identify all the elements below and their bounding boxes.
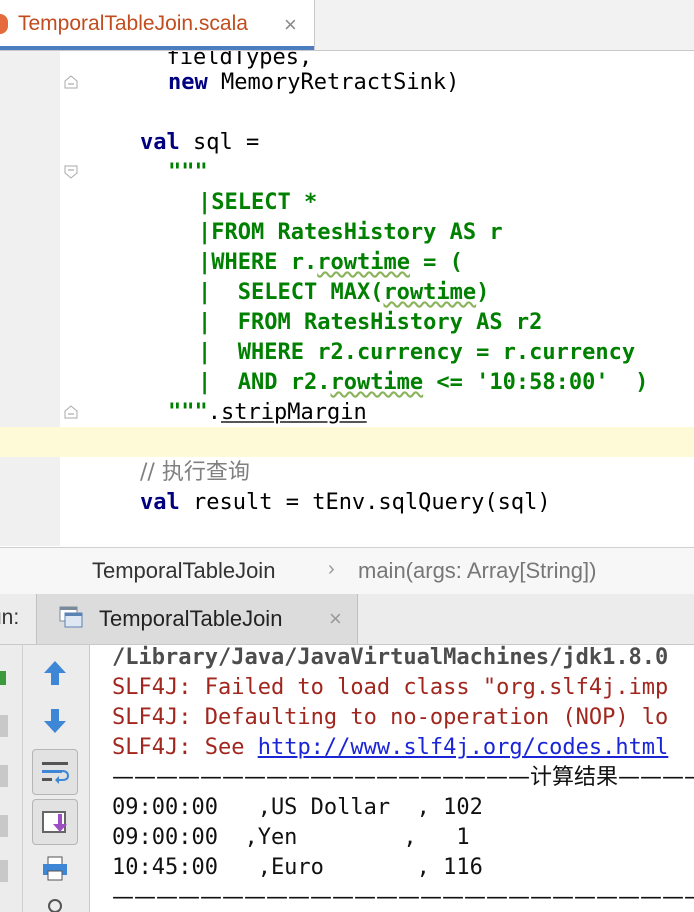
code-token: rowtime xyxy=(383,280,477,305)
code-line: |WHERE r.rowtime = ( xyxy=(198,248,463,278)
console-text: SLF4J: Defaulting to no-operation (NOP) … xyxy=(112,705,669,730)
code-line: """.stripMargin xyxy=(168,398,367,428)
code-line: // 执行查询 xyxy=(140,458,250,488)
run-tab-title: TemporalTableJoin xyxy=(99,606,283,631)
code-line: val result = tEnv.sqlQuery(sql) xyxy=(140,488,551,518)
breadcrumb: TemporalTableJoin › main(args: Array[Str… xyxy=(0,547,694,595)
code-line: new MemoryRetractSink) xyxy=(168,68,459,98)
code-line: | AND r2.rowtime <= '10:58:00' ) xyxy=(198,368,648,398)
code-line: |SELECT * xyxy=(198,188,317,218)
close-icon[interactable]: × xyxy=(329,606,342,632)
pause-icon[interactable] xyxy=(0,765,8,787)
console-text: SLF4J: See xyxy=(112,735,258,760)
breadcrumb-class[interactable]: TemporalTableJoin xyxy=(92,558,275,584)
code-token: | AND r2. xyxy=(198,370,331,395)
code-token: |SELECT * xyxy=(198,190,318,215)
active-tab-indicator xyxy=(0,46,314,50)
console-output[interactable]: /Library/Java/JavaVirtualMachines/jdk1.8… xyxy=(90,645,694,912)
code-token: rowtime xyxy=(317,250,410,275)
console-text: —————————————————————————————— xyxy=(112,885,694,910)
clear-icon[interactable] xyxy=(32,890,78,912)
editor-tab[interactable]: TemporalTableJoin.scala × xyxy=(0,0,315,50)
console-text: 09:00:00 ,Yen , 1 xyxy=(112,825,470,850)
console-line: ———————————————————计算结果——————————— xyxy=(112,763,694,793)
print-icon[interactable] xyxy=(32,846,78,892)
code-token: """ xyxy=(168,160,208,185)
caret-line-highlight xyxy=(0,427,694,457)
console-text: /Library/Java/JavaVirtualMachines/jdk1.8… xyxy=(112,645,669,670)
layout-icon[interactable] xyxy=(0,860,8,882)
console-line: 09:00:00 ,Yen , 1 xyxy=(112,823,470,853)
stop-icon[interactable] xyxy=(0,715,8,737)
code-token: | WHERE r2.currency = r.currency xyxy=(198,340,636,365)
code-token: // 执行查询 xyxy=(140,460,250,485)
close-icon[interactable]: × xyxy=(284,12,297,38)
console-line: /Library/Java/JavaVirtualMachines/jdk1.8… xyxy=(112,645,668,673)
code-token: stripMargin xyxy=(221,400,367,425)
fold-start-icon[interactable] xyxy=(64,165,78,179)
editor-tab-bar: TemporalTableJoin.scala × xyxy=(0,0,694,51)
breadcrumb-method[interactable]: main(args: Array[String]) xyxy=(358,558,596,584)
console-line: 09:00:00 ,US Dollar , 102 xyxy=(112,793,483,823)
code-token: rowtime xyxy=(330,370,424,395)
console-line: 10:45:00 ,Euro , 116 xyxy=(112,853,483,883)
code-token: ) xyxy=(476,280,490,305)
run-tab[interactable]: TemporalTableJoin × xyxy=(36,594,358,644)
fold-end-icon[interactable] xyxy=(64,75,78,89)
console-text: ———————————————————计算结果——————————— xyxy=(112,765,694,790)
console-line: SLF4J: See http://www.slf4j.org/codes.ht… xyxy=(112,733,668,763)
run-label: un: xyxy=(0,606,20,629)
code-token: val xyxy=(140,490,180,515)
editor-tab-title: TemporalTableJoin.scala xyxy=(18,12,248,35)
chevron-right-icon: › xyxy=(328,558,335,580)
console-line: SLF4J: Failed to load class "org.slf4j.i… xyxy=(112,673,668,703)
scroll-to-end-icon[interactable] xyxy=(32,799,78,845)
code-token: = ( xyxy=(409,250,463,275)
scala-file-icon xyxy=(0,14,8,34)
code-token: MemoryRetractSink) xyxy=(207,70,460,95)
code-line: |FROM RatesHistory AS r xyxy=(198,218,503,248)
code-token: val xyxy=(140,130,180,155)
code-token: . xyxy=(207,400,221,425)
code-line: | SELECT MAX(rowtime) xyxy=(198,278,489,308)
editor-gutter xyxy=(0,51,60,546)
code-line: """ xyxy=(168,158,208,188)
console-text: SLF4J: Failed to load class "org.slf4j.i… xyxy=(112,675,669,700)
run-side-strip xyxy=(0,645,23,912)
code-token: """ xyxy=(168,400,208,425)
console-text: 10:45:00 ,Euro , 116 xyxy=(112,855,483,880)
console-line: SLF4J: Defaulting to no-operation (NOP) … xyxy=(112,703,668,733)
console-link[interactable]: http://www.slf4j.org/codes.html xyxy=(258,735,669,760)
code-token: | SELECT MAX( xyxy=(198,280,384,305)
fold-end-icon[interactable] xyxy=(64,405,78,419)
soft-wrap-icon[interactable] xyxy=(32,749,78,795)
code-token: sql = xyxy=(179,130,260,155)
code-token: new xyxy=(168,70,208,95)
settings-icon[interactable] xyxy=(0,815,8,837)
up-arrow-icon[interactable] xyxy=(32,650,78,696)
rerun-icon[interactable] xyxy=(0,671,6,685)
run-tool-window-header: un: TemporalTableJoin × xyxy=(0,594,694,645)
console-line: —————————————————————————————— xyxy=(112,883,694,912)
code-token: |WHERE r. xyxy=(198,250,318,275)
code-line: val sql = xyxy=(140,128,259,158)
code-token: | FROM RatesHistory AS r2 xyxy=(198,310,543,335)
down-arrow-icon[interactable] xyxy=(32,698,78,744)
code-line: | FROM RatesHistory AS r2 xyxy=(198,308,542,338)
code-token: <= '10:58:00' ) xyxy=(423,370,649,395)
code-editor[interactable]: fieldTypes, new MemoryRetractSink) val sql… xyxy=(0,51,694,546)
console-icon xyxy=(59,606,83,628)
code-token: |FROM RatesHistory AS r xyxy=(198,220,503,245)
console-text: 09:00:00 ,US Dollar , 102 xyxy=(112,795,483,820)
code-token: result = tEnv.sqlQuery(sql) xyxy=(179,490,551,515)
code-line: | WHERE r2.currency = r.currency xyxy=(198,338,635,368)
